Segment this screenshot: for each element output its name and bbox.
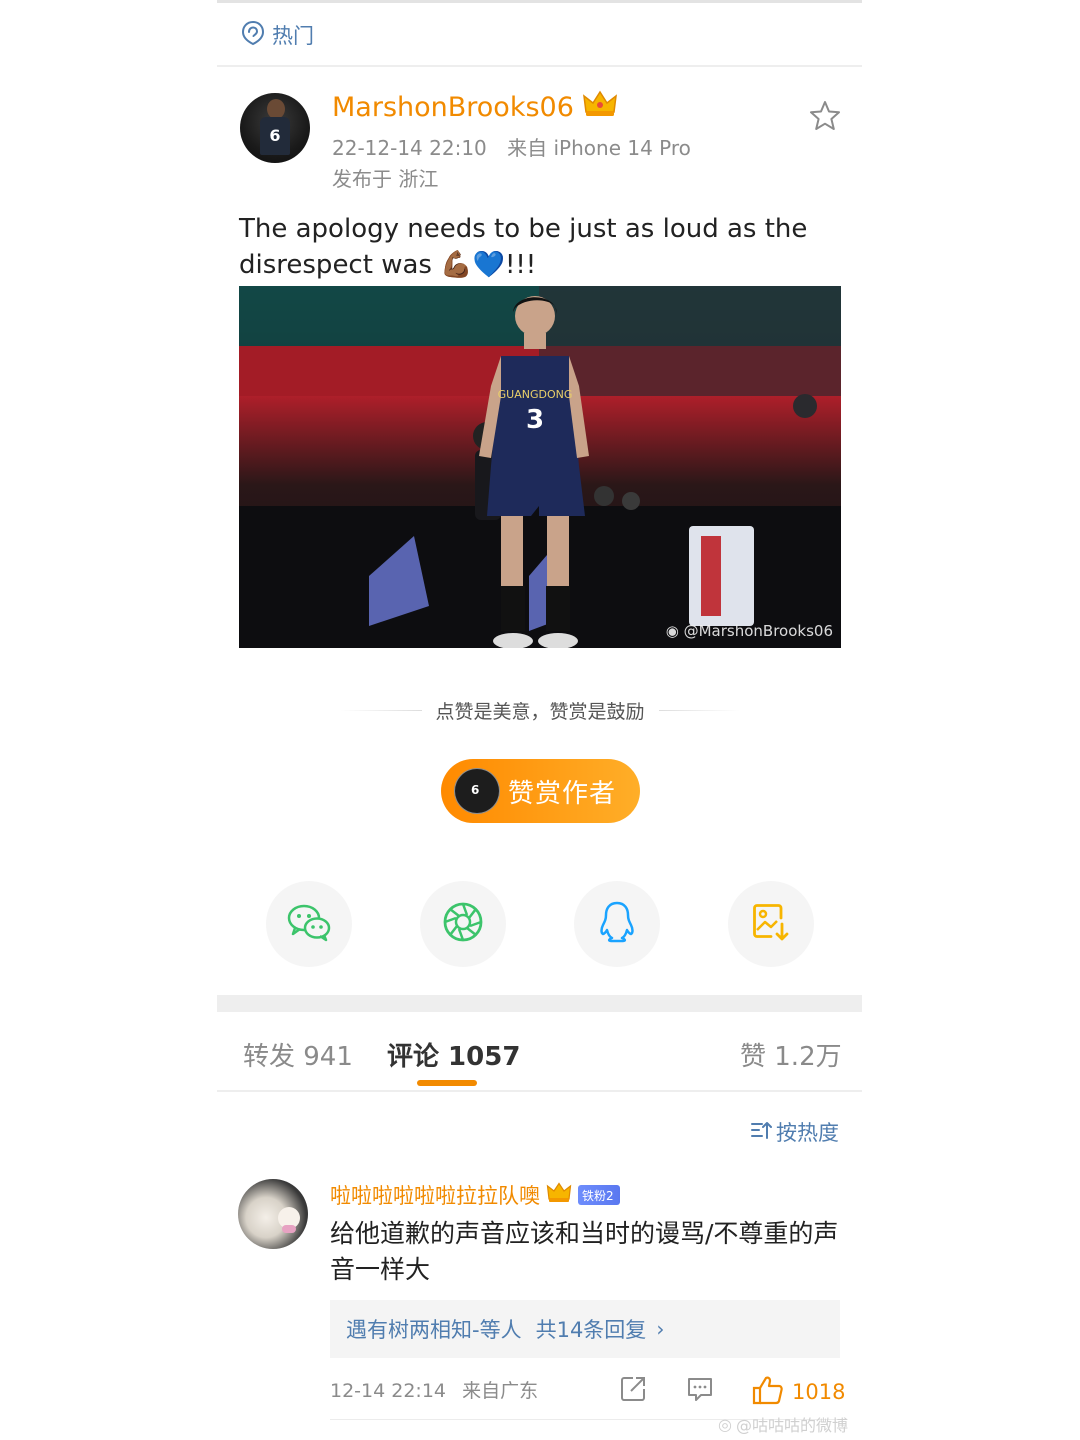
comment-text: 给他道歉的声音应该和当时的谩骂/不尊重的声音一样大 xyxy=(330,1219,839,1284)
chevron-right-icon: › xyxy=(656,1317,665,1341)
like-count: 1018 xyxy=(792,1380,846,1404)
comment-source: 来自广东 xyxy=(462,1380,539,1402)
thumbs-up-icon xyxy=(752,1375,784,1409)
share-icon xyxy=(619,1375,647,1407)
replies-preview[interactable]: 遇有树两相知-等人 共14条回复 › xyxy=(330,1300,840,1358)
tab-comments[interactable]: 评论 1057 xyxy=(387,1036,520,1073)
favorite-star-icon[interactable] xyxy=(808,99,842,133)
commenter-username[interactable]: 啦啦啦啦啦啦拉拉队噢 铁粉2 xyxy=(330,1180,620,1210)
reward-slogan: 点赞是美意，赞赏是鼓励 xyxy=(435,701,645,723)
header-divider xyxy=(217,65,862,67)
author-username[interactable]: MarshonBrooks06 xyxy=(332,90,618,125)
post-image[interactable]: GUANGDONG 3 ◉ @MarshonBrooks06 xyxy=(239,286,841,648)
comment-icon xyxy=(686,1375,714,1407)
share-wechat-button[interactable] xyxy=(266,881,352,967)
tabs-divider xyxy=(217,1090,862,1092)
wechat-icon xyxy=(286,902,332,946)
comment-reply-button[interactable] xyxy=(686,1375,714,1407)
sort-icon xyxy=(750,1120,772,1145)
post-text: The apology needs to be just as loud as … xyxy=(239,214,808,280)
author-avatar[interactable]: 6 xyxy=(240,93,310,163)
reward-button-label: 赞赏作者 xyxy=(508,778,617,809)
save-image-button[interactable] xyxy=(728,881,814,967)
section-separator xyxy=(217,995,862,1012)
share-qq-button[interactable] xyxy=(574,881,660,967)
fan-badge-text: 铁粉2 xyxy=(582,1188,614,1203)
commenter-name-text: 啦啦啦啦啦啦拉拉队噢 xyxy=(330,1184,540,1208)
top-divider xyxy=(217,0,862,3)
qq-icon xyxy=(597,900,637,948)
post-datetime: 22-12-14 22:10 xyxy=(332,136,487,160)
slogan-right-line xyxy=(658,710,741,711)
comment-like-button[interactable]: 1018 xyxy=(752,1375,845,1409)
crown-icon xyxy=(546,1181,572,1209)
hot-label: 热门 xyxy=(272,24,314,48)
active-tab-indicator xyxy=(417,1080,477,1086)
interaction-tabs: 转发 941 评论 1057 赞 1.2万 xyxy=(217,1020,862,1088)
moments-icon xyxy=(442,901,484,947)
save-image-icon xyxy=(751,902,791,946)
post-source: 来自 iPhone 14 Pro xyxy=(507,136,691,160)
comment-share-button[interactable] xyxy=(619,1375,647,1407)
commenter-avatar[interactable] xyxy=(238,1179,308,1249)
hot-location-icon xyxy=(240,20,266,50)
jersey-number-text: 3 xyxy=(526,405,544,435)
author-name-text: MarshonBrooks06 xyxy=(332,92,574,123)
reply-count: 共14条回复 xyxy=(535,1318,647,1342)
reply-users: 遇有树两相知-等人 xyxy=(346,1318,522,1342)
comment-meta: 12-14 22:14 来自广东 xyxy=(330,1376,548,1403)
sort-label: 按热度 xyxy=(776,1121,839,1145)
tab-repost[interactable]: 转发 941 xyxy=(243,1036,353,1073)
image-watermark-text: @MarshonBrooks06 xyxy=(683,622,833,640)
footer-watermark: ◎ @咕咕咕的微博 xyxy=(718,1412,848,1436)
jersey-team-text: GUANGDONG xyxy=(498,388,573,401)
hot-section-header[interactable]: 热门 xyxy=(240,18,314,52)
comment-datetime: 12-14 22:14 xyxy=(330,1380,447,1402)
image-watermark: ◉ @MarshonBrooks06 xyxy=(666,622,833,640)
reward-slogan-row: 点赞是美意，赞赏是鼓励 xyxy=(340,697,741,724)
share-row xyxy=(266,881,816,967)
fan-badge: 铁粉2 xyxy=(578,1185,620,1205)
basketball-photo: GUANGDONG 3 xyxy=(239,286,841,648)
crown-icon xyxy=(582,90,618,125)
weibo-logo-icon: ◉ xyxy=(665,622,679,640)
post-location: 发布于 浙江 xyxy=(332,167,439,191)
post-meta: 22-12-14 22:10 来自 iPhone 14 Pro xyxy=(332,132,705,161)
sort-by-hot-button[interactable]: 按热度 xyxy=(750,1117,839,1147)
reward-author-button[interactable]: 赞赏作者 xyxy=(441,759,640,823)
share-moments-button[interactable] xyxy=(420,881,506,967)
footer-watermark-text: @咕咕咕的微博 xyxy=(735,1416,848,1435)
slogan-left-line xyxy=(340,710,422,711)
page: 热门 6 MarshonBrooks06 22-12-14 22:10 来自 i… xyxy=(0,0,1080,1440)
weibo-logo-icon: ◎ xyxy=(718,1414,732,1434)
reward-avatar xyxy=(454,768,500,814)
tab-likes[interactable]: 赞 1.2万 xyxy=(740,1036,842,1073)
